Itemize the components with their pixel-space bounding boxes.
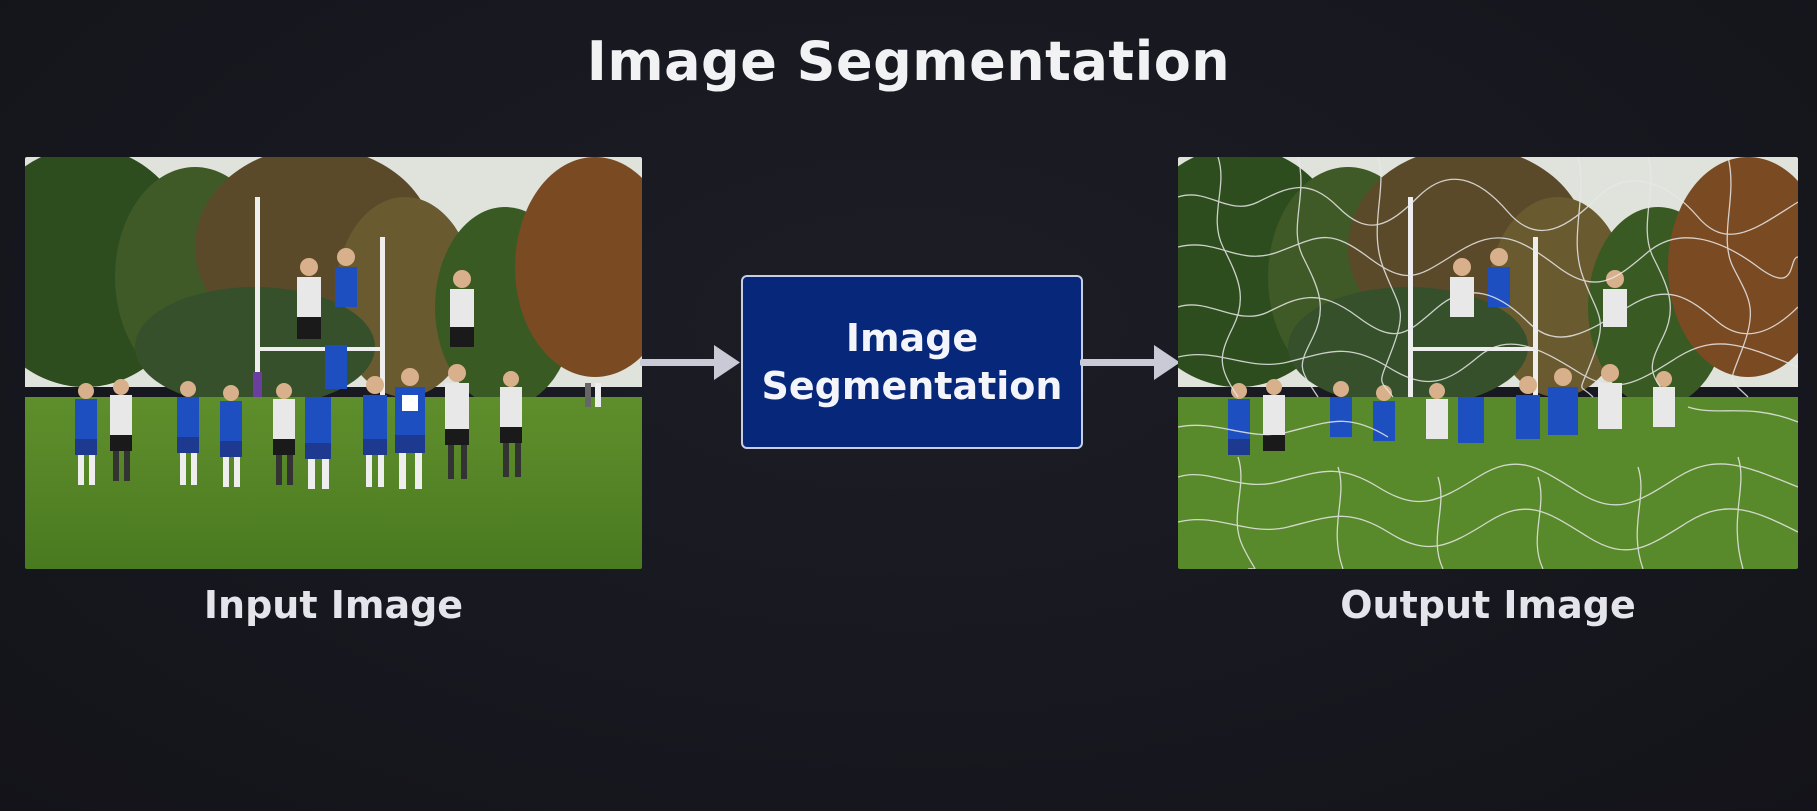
segmented-rugby-photo: [1178, 157, 1798, 569]
image-segmentation-process-box: Image Segmentation: [741, 275, 1083, 449]
output-image: [1178, 157, 1798, 569]
process-label-line1: Image: [845, 316, 979, 360]
input-image: [25, 157, 642, 569]
rugby-lineout-photo: [25, 157, 642, 569]
input-image-caption: Input Image: [203, 583, 464, 627]
right-arrow-icon: [640, 345, 740, 380]
output-image-caption: Output Image: [1340, 583, 1636, 627]
page-title: Image Segmentation: [586, 30, 1231, 93]
process-label-line2: Segmentation: [761, 364, 1063, 408]
right-arrow-icon: [1080, 345, 1180, 380]
